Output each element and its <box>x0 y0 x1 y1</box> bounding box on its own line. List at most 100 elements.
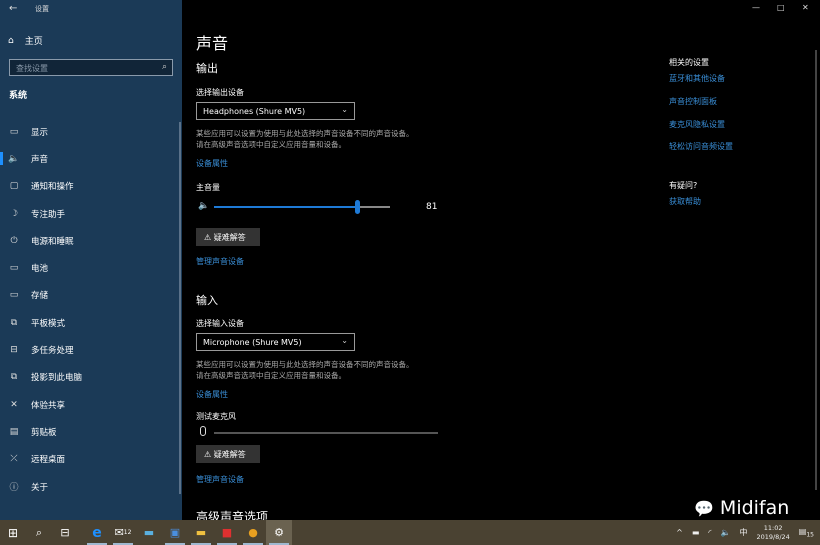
sidebar-item[interactable]: ⊟ 多任务处理 <box>0 336 178 363</box>
ime-indicator[interactable]: 中 <box>739 527 747 538</box>
monitor-icon: ▭ <box>9 126 19 137</box>
volume-slider[interactable] <box>214 200 390 214</box>
sidebar-item[interactable]: ⧉ 投影到此电脑 <box>0 364 178 391</box>
task-view-button[interactable]: ⊟ <box>52 520 78 545</box>
input-device-value: Microphone (Shure MV5) <box>203 338 302 347</box>
speaker-icon: 🔈 <box>198 201 210 211</box>
sidebar-item[interactable]: 🔈 声音 <box>0 145 178 172</box>
edge-app[interactable]: e <box>84 520 110 545</box>
related-link[interactable]: 轻松访问音频设置 <box>669 141 733 152</box>
input-select-label: 选择输入设备 <box>196 319 244 328</box>
sidebar-item-label: 剪贴板 <box>31 427 57 438</box>
mic-test-label: 测试麦克风 <box>196 412 236 421</box>
sidebar-item-label: 声音 <box>31 154 49 165</box>
related-link[interactable]: 蓝牙和其他设备 <box>669 73 725 84</box>
maximize-button[interactable]: □ <box>777 3 785 12</box>
related-heading: 相关的设置 <box>669 58 709 67</box>
search-icon[interactable]: ⌕ <box>162 62 167 72</box>
project-icon: ⧉ <box>10 372 18 383</box>
related-link[interactable]: 声音控制面板 <box>669 96 717 107</box>
multitask-icon: ⊟ <box>10 345 18 356</box>
remote-app[interactable]: ▬ <box>136 520 162 545</box>
explorer-app[interactable]: ▬ <box>188 520 214 545</box>
sidebar-item[interactable]: ▢ 通知和操作 <box>0 173 178 200</box>
sidebar-item-label: 投影到此电脑 <box>31 373 83 384</box>
tablet-icon: ⧉ <box>10 317 18 328</box>
sidebar-item-label: 专注助手 <box>31 209 66 220</box>
media-app[interactable]: ■ <box>214 520 240 545</box>
sidebar-item[interactable]: ▭ 存储 <box>0 282 178 309</box>
output-select-label: 选择输出设备 <box>196 88 244 97</box>
volume-fill <box>214 206 357 208</box>
notification-center-icon[interactable]: ▤15 <box>799 527 814 539</box>
output-description: 某些应用可以设置为使用与此处选择的声音设备不同的声音设备。 请在高级声音选项中自定… <box>196 128 414 150</box>
search-placeholder: 查找设置 <box>16 64 48 73</box>
sidebar-scrollbar[interactable] <box>179 122 181 494</box>
main-content: 声音 输出 选择输出设备 Headphones (Shure MV5) ⌄ 某些应… <box>182 0 820 524</box>
mail-app[interactable]: ✉ 12 <box>110 520 136 545</box>
minimize-button[interactable]: — <box>752 3 760 12</box>
sidebar-item[interactable]: ⏻ 电源和睡眠 <box>0 227 178 254</box>
watermark-text: Midifan <box>719 497 790 519</box>
sidebar-item-label: 存储 <box>31 291 49 302</box>
chevron-up-icon[interactable]: ^ <box>676 528 683 537</box>
sidebar-home[interactable]: ⌂ 主页 <box>8 34 43 48</box>
input-device-dropdown[interactable]: Microphone (Shure MV5) ⌄ <box>196 333 355 351</box>
battery-icon[interactable]: ▬ <box>692 528 700 537</box>
desc-line: 请在高级声音选项中自定义应用音量和设备。 <box>196 140 346 149</box>
related-link[interactable]: 麦克风隐私设置 <box>669 119 725 130</box>
input-heading: 输入 <box>196 294 218 307</box>
input-properties-link[interactable]: 设备属性 <box>196 389 228 400</box>
sidebar-item-label: 电池 <box>31 264 49 275</box>
clock[interactable]: 11:02 2019/8/24 <box>756 524 789 542</box>
notification-icon: ▢ <box>9 181 19 192</box>
start-button[interactable]: ⊞ <box>0 520 26 545</box>
volume-icon[interactable]: 🔈 <box>720 528 730 537</box>
notification-count: 15 <box>806 531 814 539</box>
app-title: 设置 <box>35 5 49 13</box>
sidebar-item[interactable]: ▭ 显示 <box>0 118 178 145</box>
wifi-icon[interactable]: ◜ <box>708 528 711 537</box>
clipboard-icon: ▤ <box>9 426 19 437</box>
power-icon: ⏻ <box>10 235 18 246</box>
output-device-dropdown[interactable]: Headphones (Shure MV5) ⌄ <box>196 102 355 120</box>
get-help-link[interactable]: 获取帮助 <box>669 196 701 207</box>
sidebar-item-label: 体验共享 <box>31 400 66 411</box>
volume-value: 81 <box>426 202 438 212</box>
sidebar-item[interactable]: ⧉ 平板模式 <box>0 309 178 336</box>
sidebar-nav: ▭ 显示 🔈 声音 ▢ 通知和操作 ☽ 专注助手 ⏻ 电源和睡眠 ▭ 电池 ▭ 存储 ⧉ 平板模式 ⊟ 多任务处理… <box>0 118 178 500</box>
input-description: 某些应用可以设置为使用与此处选择的声音设备不同的声音设备。 请在高级声音选项中自定… <box>196 359 414 381</box>
sidebar-item-label: 关于 <box>31 482 49 493</box>
sidebar: ← 设置 ⌂ 主页 查找设置 ⌕ 系统 ▭ 显示 🔈 声音 ▢ 通知和操作 ☽ 专注助手 ⏻ 电源和睡… <box>0 0 182 520</box>
sidebar-item-label: 多任务处理 <box>31 346 74 357</box>
sidebar-item-label: 通知和操作 <box>31 182 74 193</box>
microphone-icon <box>200 426 206 436</box>
close-button[interactable]: ✕ <box>802 3 809 12</box>
warning-icon: ⚠ <box>204 450 212 459</box>
sidebar-item-label: 显示 <box>31 127 49 138</box>
input-troubleshoot-button[interactable]: ⚠ 疑难解答 <box>196 445 260 463</box>
mic-level-meter <box>214 432 438 434</box>
back-button[interactable]: ← <box>9 3 17 14</box>
output-properties-link[interactable]: 设备属性 <box>196 158 228 169</box>
translator-app[interactable]: ▣ <box>162 520 188 545</box>
main-scrollbar[interactable] <box>815 50 817 490</box>
sidebar-item[interactable]: ⤫ 远程桌面 <box>0 446 178 473</box>
search-button[interactable]: ⌕ <box>26 520 52 545</box>
sidebar-item[interactable]: ✕ 体验共享 <box>0 391 178 418</box>
sidebar-item[interactable]: ☽ 专注助手 <box>0 200 178 227</box>
sidebar-item[interactable]: ▭ 电池 <box>0 254 178 281</box>
search-input[interactable]: 查找设置 ⌕ <box>9 59 173 76</box>
input-manage-link[interactable]: 管理声音设备 <box>196 474 244 485</box>
output-troubleshoot-button[interactable]: ⚠ 疑难解答 <box>196 228 260 246</box>
sidebar-item[interactable]: ▤ 剪贴板 <box>0 418 178 445</box>
watermark: 💬 Midifan <box>694 497 789 519</box>
system-tray: ^ ▬ ◜ 🔈 中 11:02 2019/8/24 ▤15 <box>676 520 820 545</box>
volume-thumb[interactable] <box>354 200 360 214</box>
chrome-app[interactable]: ● <box>240 520 266 545</box>
output-manage-link[interactable]: 管理声音设备 <box>196 256 244 267</box>
sidebar-item[interactable]: ⓘ 关于 <box>0 473 178 500</box>
desc-line: 请在高级声音选项中自定义应用音量和设备。 <box>196 371 346 380</box>
settings-app[interactable]: ⚙ <box>266 520 292 545</box>
time: 11:02 <box>763 523 783 532</box>
